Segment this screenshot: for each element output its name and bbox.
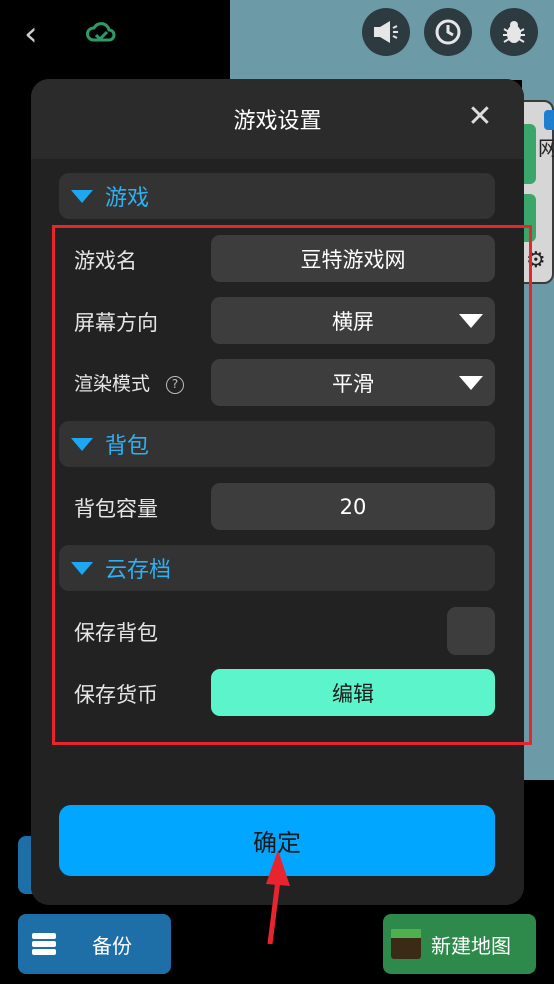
confirm-button[interactable]: 确定 <box>59 805 495 876</box>
server-icon <box>32 933 56 955</box>
announcement-button[interactable] <box>362 8 410 56</box>
grass-block-icon <box>391 929 421 959</box>
highlight-box <box>52 225 532 745</box>
backup-button[interactable]: 备份 <box>18 914 171 974</box>
dialog-title: 游戏设置 <box>233 109 322 134</box>
cloud-icon[interactable] <box>84 16 118 50</box>
section-title: 游戏 <box>105 186 150 211</box>
history-button[interactable] <box>424 8 472 56</box>
new-map-label: 新建地图 <box>431 933 511 958</box>
dialog-header: 游戏设置 ✕ <box>31 79 524 159</box>
announcement-icon <box>374 21 398 43</box>
bug-button[interactable] <box>490 8 538 56</box>
collapse-triangle-icon <box>71 189 93 203</box>
close-icon[interactable]: ✕ <box>466 102 494 132</box>
bug-icon <box>503 21 525 43</box>
backup-label: 备份 <box>92 933 132 958</box>
back-icon[interactable]: ‹ <box>24 14 54 54</box>
map-card-text: 网 <box>538 136 554 160</box>
history-icon <box>435 19 461 45</box>
map-badge <box>544 110 554 130</box>
new-map-button[interactable]: 新建地图 <box>383 914 536 974</box>
section-game-header[interactable]: 游戏 <box>59 173 495 219</box>
